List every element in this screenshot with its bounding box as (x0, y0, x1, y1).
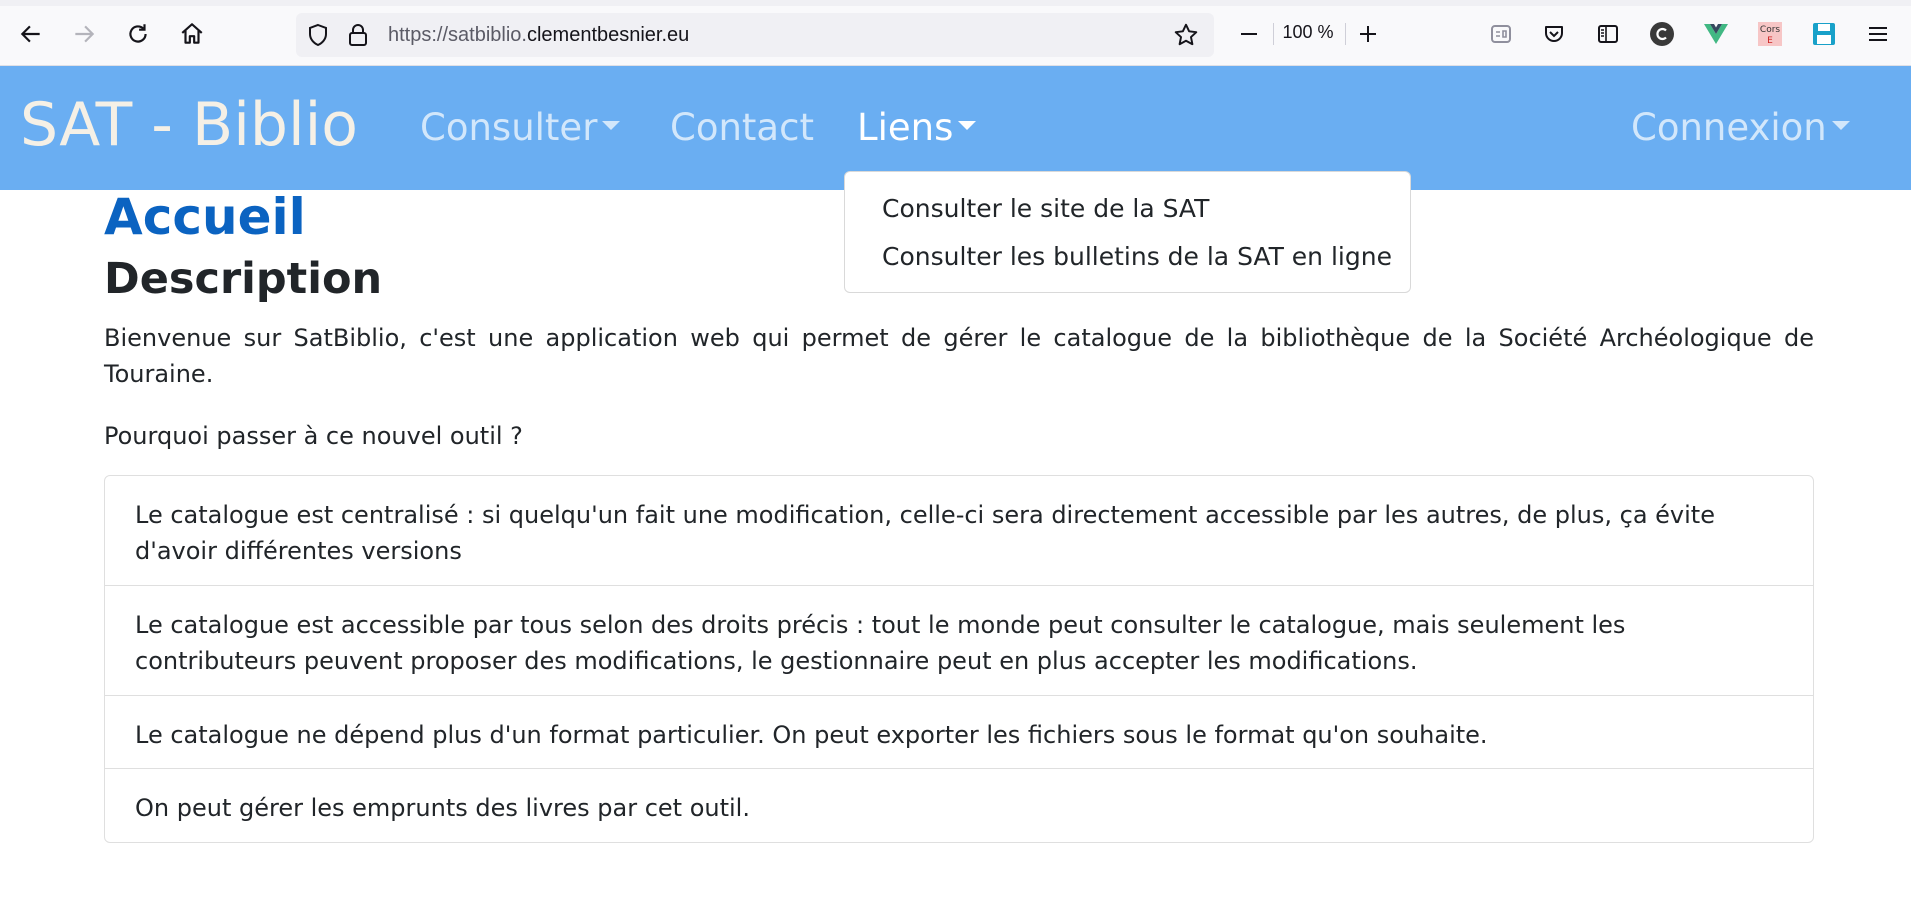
url-host: clementbesnier.eu (526, 24, 690, 46)
svg-text:E: E (1767, 36, 1773, 46)
nav-liens-label: Liens (857, 106, 954, 149)
home-icon (181, 23, 203, 44)
zoom-in-button[interactable] (1354, 20, 1382, 48)
home-button[interactable] (176, 18, 208, 50)
zoom-separator (1345, 23, 1346, 45)
liens-dropdown-menu: Consulter le site de la SAT Consulter le… (844, 171, 1411, 293)
forward-arrow-icon (75, 25, 95, 43)
list-item: Le catalogue est accessible par tous sel… (105, 586, 1813, 696)
site-brand[interactable]: SAT - Biblio (20, 90, 358, 160)
tab-strip-edge (0, 0, 1911, 6)
extension-c-icon[interactable] (1648, 20, 1676, 48)
url-text[interactable]: https://satbiblio.clementbesnier.eu (388, 24, 689, 47)
intro-paragraph: Bienvenue sur SatBiblio, c'est une appli… (104, 324, 1814, 388)
reload-icon (129, 24, 147, 43)
svg-text:Cors: Cors (1760, 25, 1780, 35)
question-text: Pourquoi passer à ce nouvel outil ? (104, 422, 523, 450)
sidebar-toggle-icon[interactable] (1594, 20, 1622, 48)
save-extension-icon[interactable] (1810, 20, 1838, 48)
list-item: On peut gérer les emprunts des livres pa… (135, 794, 750, 822)
minus-icon (1241, 33, 1257, 35)
nav-consulter[interactable]: Consulter (420, 106, 621, 149)
section-title: Description (104, 254, 383, 304)
browser-toolbar: https://satbiblio.clementbesnier.eu 100 … (0, 0, 1911, 66)
nav-connexion-label: Connexion (1631, 106, 1827, 149)
vue-devtools-icon[interactable] (1702, 20, 1730, 48)
plus-icon (1360, 26, 1376, 42)
bookmark-star-icon[interactable] (1172, 21, 1200, 49)
padlock-icon[interactable] (344, 21, 372, 49)
list-item: Le catalogue ne dépend plus d'un format … (105, 696, 1813, 769)
nav-connexion[interactable]: Connexion (1631, 106, 1850, 149)
cors-extension-icon[interactable]: Cors E (1756, 20, 1784, 48)
nav-consulter-label: Consulter (420, 106, 598, 149)
zoom-separator (1273, 23, 1274, 45)
dropdown-item-bulletins-sat[interactable]: Consulter les bulletins de la SAT en lig… (845, 240, 1410, 288)
zoom-out-button[interactable] (1235, 20, 1263, 48)
reasons-list: Le catalogue est centralisé : si quelqu'… (104, 475, 1814, 843)
tracking-protection-shield-icon[interactable] (304, 21, 332, 49)
caret-down-icon (1831, 121, 1850, 130)
list-item: Le catalogue est centralisé : si quelqu'… (105, 476, 1813, 586)
url-prefix: https://satbiblio. (388, 24, 527, 46)
forward-button[interactable] (68, 18, 100, 50)
back-arrow-icon (20, 25, 40, 43)
caret-down-icon (958, 121, 977, 130)
pocket-icon[interactable] (1540, 20, 1568, 48)
menu-hamburger-icon[interactable] (1864, 20, 1892, 48)
reader-view-icon[interactable] (1487, 20, 1515, 48)
zoom-level[interactable]: 100 % (1277, 22, 1339, 43)
address-bar[interactable]: https://satbiblio.clementbesnier.eu (296, 13, 1214, 57)
nav-contact[interactable]: Contact (670, 106, 814, 149)
caret-down-icon (602, 121, 621, 130)
dropdown-item-site-sat[interactable]: Consulter le site de la SAT (845, 192, 1410, 240)
back-button[interactable] (15, 18, 47, 50)
reload-button[interactable] (122, 18, 154, 50)
page-title: Accueil (104, 188, 306, 246)
nav-liens[interactable]: Liens (857, 106, 977, 149)
